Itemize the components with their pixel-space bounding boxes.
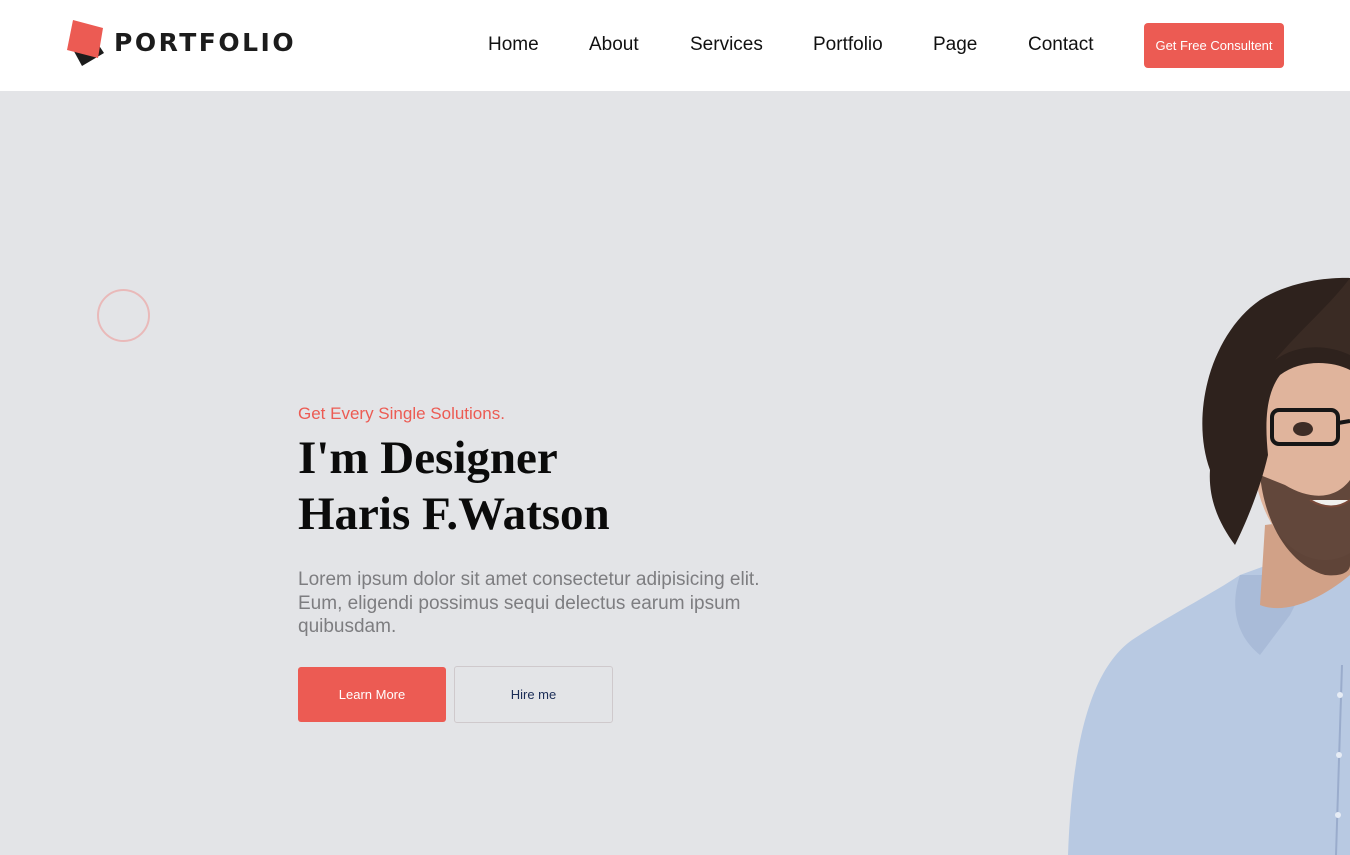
brand-name: PORTFOLIO: [114, 28, 297, 57]
nav-home[interactable]: Home: [488, 34, 539, 56]
decorative-circle: [97, 289, 150, 342]
hire-me-button[interactable]: Hire me: [454, 666, 613, 723]
hero-description: Lorem ipsum dolor sit amet consectetur a…: [298, 569, 760, 637]
person-portrait-image: [1068, 277, 1350, 855]
nav-about[interactable]: About: [589, 34, 639, 56]
headline-line-2: Haris F.Watson: [298, 488, 610, 540]
nav-contact[interactable]: Contact: [1028, 34, 1093, 56]
nav-portfolio[interactable]: Portfolio: [813, 34, 883, 56]
get-free-consultent-button[interactable]: Get Free Consultent: [1144, 23, 1284, 68]
headline-line-1: I'm Designer: [298, 432, 558, 484]
stacked-squares-icon: [67, 20, 104, 66]
nav-services[interactable]: Services: [690, 34, 763, 56]
hero-tagline: Get Every Single Solutions.: [298, 404, 505, 423]
hero-headline: I'm Designer Haris F.Watson: [298, 430, 610, 542]
nav-page[interactable]: Page: [933, 34, 977, 56]
learn-more-button[interactable]: Learn More: [298, 667, 446, 722]
site-header: PORTFOLIO Home About Services Portfolio …: [0, 0, 1350, 91]
